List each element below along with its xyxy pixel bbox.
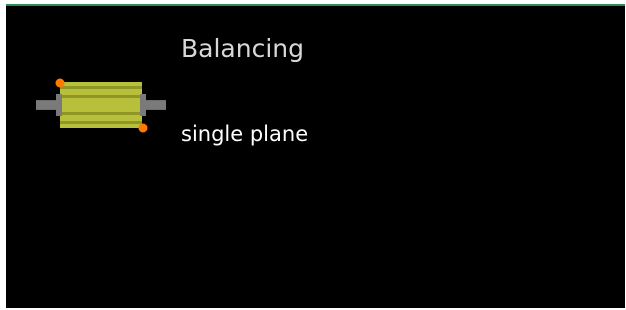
- balance-marker-top: [55, 78, 65, 88]
- balance-marker-bottom: [138, 123, 148, 133]
- app-window: Balancing single plane: [0, 0, 626, 310]
- tile-title: Balancing: [181, 34, 304, 63]
- rotor-single-plane-icon: [36, 78, 166, 133]
- tile-subtitle: single plane: [181, 122, 309, 146]
- balancing-tile[interactable]: Balancing single plane: [6, 4, 625, 308]
